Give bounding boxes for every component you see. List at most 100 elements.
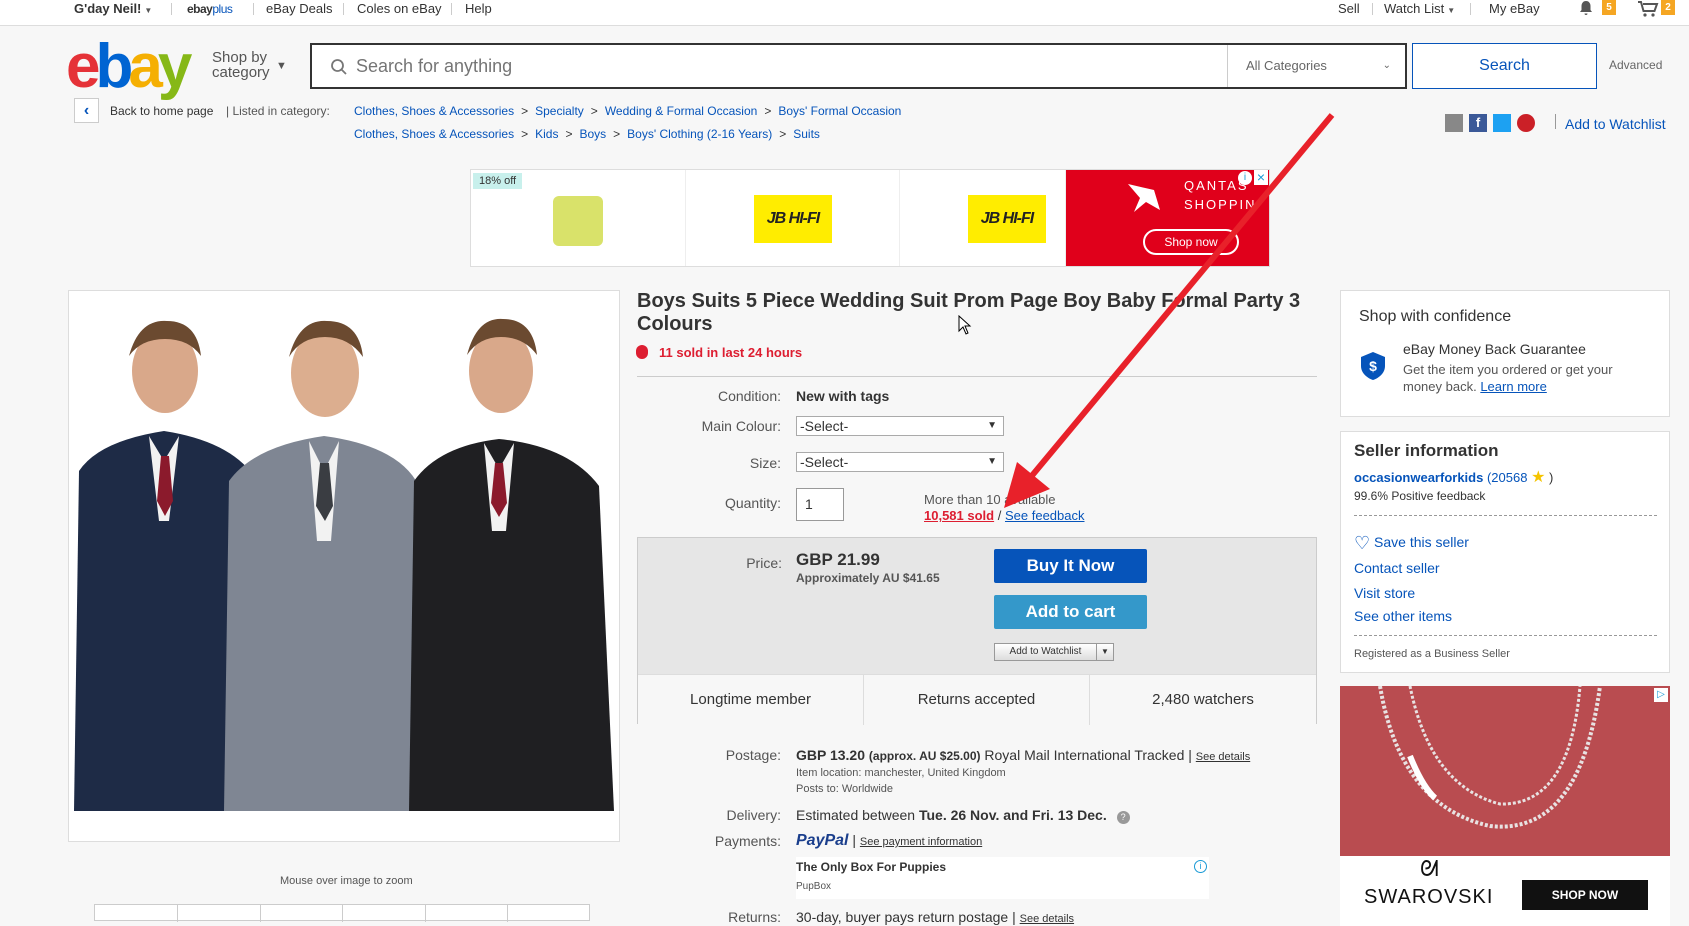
swarovski-ad[interactable]: ▷ ᘛ SWAROVSKI SHOP NOW xyxy=(1340,686,1670,926)
returns-details-link[interactable]: See details xyxy=(1020,913,1074,925)
add-to-watchlist-link[interactable]: Add to Watchlist xyxy=(1565,116,1666,132)
sold-count-link[interactable]: 10,581 sold xyxy=(924,508,994,523)
breadcrumb-link[interactable]: Boys' Formal Occasion xyxy=(778,104,901,118)
contact-seller-link[interactable]: Contact seller xyxy=(1354,560,1440,576)
shop-by-category-button[interactable]: Shop by category ▼ xyxy=(212,50,287,80)
promo-title: The Only Box For Puppies xyxy=(796,860,947,874)
price-box: Price: GBP 21.99 Approximately AU $41.65… xyxy=(637,537,1317,725)
advanced-search-link[interactable]: Advanced xyxy=(1609,58,1662,72)
add-to-watchlist-button[interactable]: Add to Watchlist xyxy=(994,643,1097,661)
sell-link[interactable]: Sell xyxy=(1338,0,1360,18)
divider xyxy=(1470,3,1471,15)
shop-now-button[interactable]: SHOP NOW xyxy=(1522,880,1648,910)
breadcrumb-separator: > xyxy=(779,127,787,141)
svg-text:$: $ xyxy=(1369,358,1377,374)
discount-badge: 18% off xyxy=(473,173,523,189)
breadcrumb-separator: > xyxy=(521,127,529,141)
see-other-items-link[interactable]: See other items xyxy=(1354,608,1452,624)
back-button[interactable]: ‹ xyxy=(74,98,99,123)
colour-selected: -Select- xyxy=(800,418,849,434)
chevron-down-icon: ▼ xyxy=(144,6,153,15)
category-dropdown[interactable]: All Categories ⌄ xyxy=(1227,45,1405,87)
breadcrumb-separator: > xyxy=(764,104,772,118)
size-select[interactable]: -Select- ▼ xyxy=(796,452,1004,472)
greeting-menu[interactable]: G'day Neil! ▼ xyxy=(74,0,152,18)
postage-details-link[interactable]: See details xyxy=(1196,751,1250,763)
breadcrumb-link[interactable]: Boys xyxy=(579,127,606,141)
breadcrumb-link[interactable]: Wedding & Formal Occasion xyxy=(605,104,758,118)
info-icon[interactable]: i xyxy=(1194,860,1207,873)
stat-longtime-member: Longtime member xyxy=(638,675,864,725)
qantas-ad: QANTAS SHOPPIN Shop now i × xyxy=(1066,170,1269,266)
help-link[interactable]: Help xyxy=(465,0,492,18)
see-feedback-link[interactable]: See feedback xyxy=(1005,508,1085,523)
feedback-score[interactable]: (20568 xyxy=(1487,470,1527,485)
thumbnail-strip[interactable] xyxy=(94,904,590,922)
ad-choices-icon[interactable]: ▷ xyxy=(1654,688,1668,702)
my-ebay-link[interactable]: My eBay xyxy=(1489,0,1540,18)
twitter-icon[interactable] xyxy=(1493,114,1511,132)
back-to-home-link[interactable]: Back to home page xyxy=(110,104,213,118)
ebay-plus-link[interactable]: ebayplus xyxy=(187,0,233,18)
breadcrumb-link[interactable]: Kids xyxy=(535,127,558,141)
breadcrumb-link[interactable]: Clothes, Shoes & Accessories xyxy=(354,104,514,118)
delivery-line: Estimated between Tue. 26 Nov. and Fri. … xyxy=(796,807,1130,824)
email-icon[interactable] xyxy=(1445,114,1463,132)
breadcrumb-link[interactable]: Clothes, Shoes & Accessories xyxy=(354,127,514,141)
necklace-image xyxy=(1378,686,1602,829)
postage-label: Postage: xyxy=(725,747,781,763)
chevron-down-icon: ⌄ xyxy=(1382,60,1391,71)
chevron-left-icon: ‹ xyxy=(83,102,90,119)
breadcrumb: Clothes, Shoes & Accessories > Specialty > W… xyxy=(354,104,901,118)
logo-letter: b xyxy=(95,32,133,101)
quantity-input[interactable]: 1 xyxy=(796,488,844,521)
seller-title: Seller information xyxy=(1354,441,1499,460)
facebook-icon[interactable]: f xyxy=(1469,114,1487,132)
shop-with-confidence-panel: Shop with confidence $ eBay Money Back G… xyxy=(1340,290,1670,417)
info-icon[interactable]: i xyxy=(1238,171,1252,185)
notifications-button[interactable] xyxy=(1578,0,1594,18)
help-icon[interactable]: ? xyxy=(1116,811,1130,824)
breadcrumb-link[interactable]: Specialty xyxy=(535,104,584,118)
watchlist-dropdown-button[interactable]: ▼ xyxy=(1096,643,1114,661)
learn-more-link[interactable]: Learn more xyxy=(1480,379,1546,394)
speaker-product-image xyxy=(553,196,603,246)
breadcrumb-separator: > xyxy=(613,127,621,141)
search-bar: All Categories ⌄ xyxy=(310,43,1407,89)
quantity-label: Quantity: xyxy=(724,495,781,511)
visit-store-link[interactable]: Visit store xyxy=(1354,585,1415,601)
item-location: Item location: manchester, United Kingdo… xyxy=(796,767,1006,779)
search-button[interactable]: Search xyxy=(1412,43,1597,89)
ebay-deals-link[interactable]: eBay Deals xyxy=(266,0,332,18)
colour-select[interactable]: -Select- ▼ xyxy=(796,416,1004,436)
zoom-hint: Mouse over image to zoom xyxy=(280,875,413,887)
seller-name-link[interactable]: occasionwearforkids xyxy=(1354,470,1483,485)
dropdown-arrow-icon: ▼ xyxy=(987,420,997,431)
promo-ad[interactable]: The Only Box For Puppies PupBox i xyxy=(796,857,1209,899)
buy-it-now-button[interactable]: Buy It Now xyxy=(994,549,1147,583)
postage-value: GBP 13.20 xyxy=(796,747,866,763)
cart-count-badge: 2 xyxy=(1661,0,1675,15)
shield-icon: $ xyxy=(1361,352,1385,380)
chevron-down-icon: ▼ xyxy=(1447,6,1456,15)
breadcrumb-link[interactable]: Suits xyxy=(793,127,820,141)
qantas-subtext: SHOPPIN xyxy=(1184,197,1257,212)
cart-button[interactable] xyxy=(1637,0,1659,18)
search-icon xyxy=(331,59,347,75)
save-seller-link[interactable]: ♡ Save this seller xyxy=(1354,533,1469,554)
divider xyxy=(253,3,254,15)
search-input[interactable] xyxy=(356,45,1116,87)
add-to-cart-button[interactable]: Add to cart xyxy=(994,595,1147,629)
breadcrumb-link[interactable]: Boys' Clothing (2-16 Years) xyxy=(627,127,772,141)
shop-now-button[interactable]: Shop now xyxy=(1143,229,1239,255)
guarantee-desc-line2: money back. Learn more xyxy=(1403,379,1547,394)
payment-info-link[interactable]: See payment information xyxy=(860,836,982,848)
watchlist-menu[interactable]: Watch List ▼ xyxy=(1384,0,1455,18)
coles-link[interactable]: Coles on eBay xyxy=(357,0,442,18)
product-image[interactable] xyxy=(68,290,620,842)
separator: / xyxy=(997,508,1002,523)
close-icon[interactable]: × xyxy=(1254,170,1268,185)
ebay-logo[interactable]: ebay xyxy=(66,36,192,98)
pinterest-icon[interactable] xyxy=(1517,114,1535,132)
banner-ad[interactable]: 18% off JB HI-FI JB HI-FI QANTAS SHOPPIN… xyxy=(470,169,1270,267)
